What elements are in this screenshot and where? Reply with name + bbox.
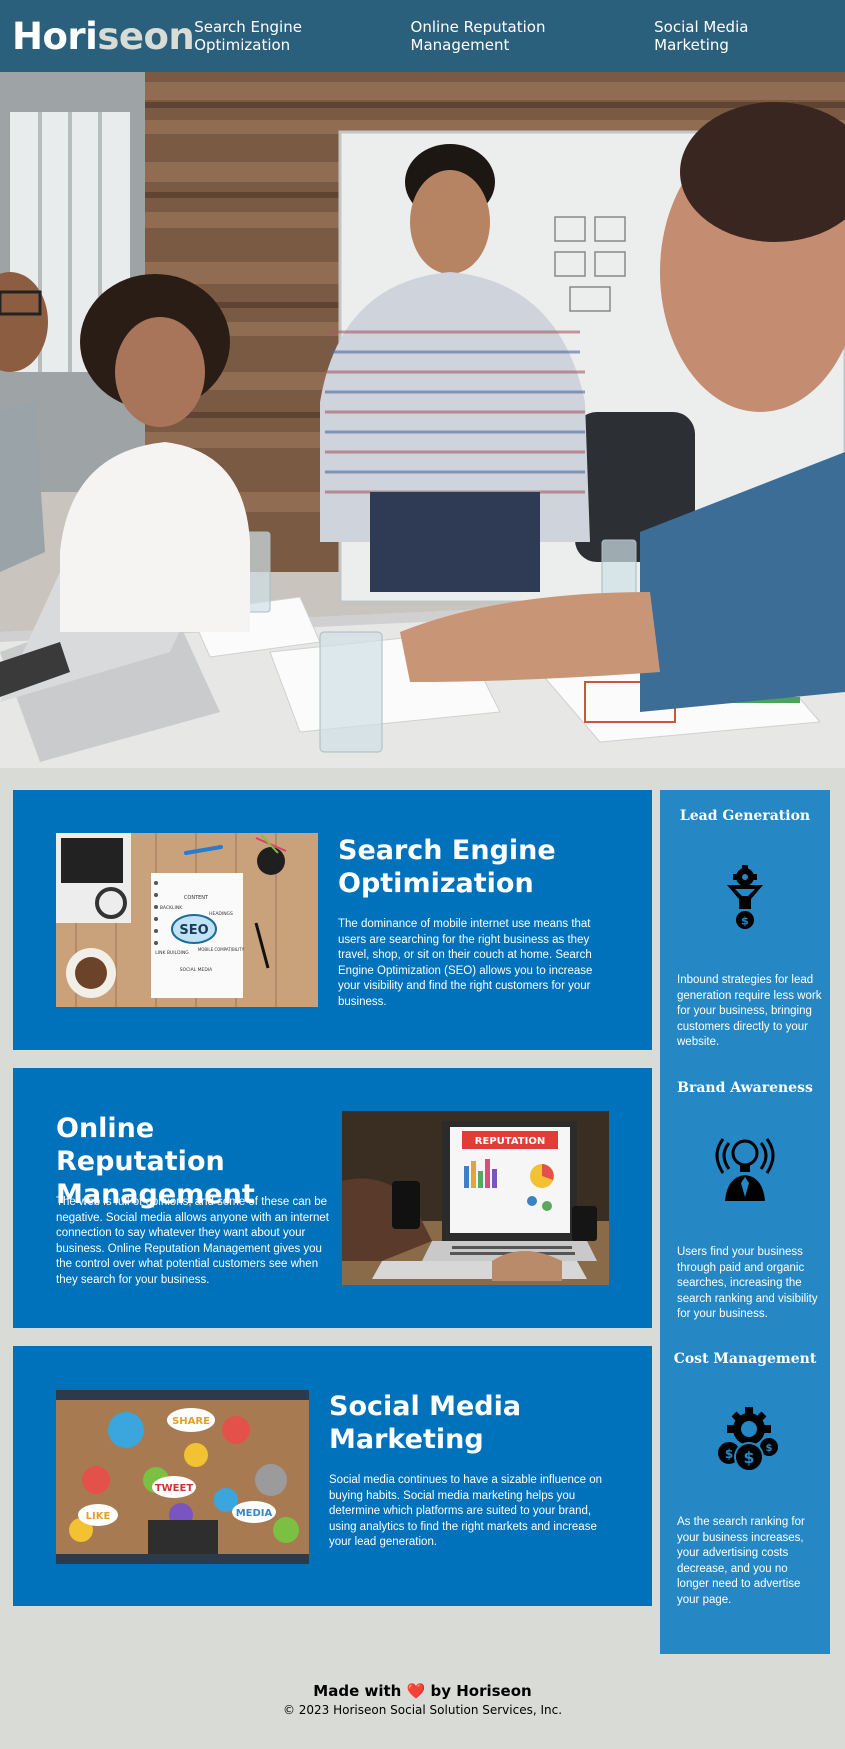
benefit-brand-text: Users find your business through paid an… — [677, 1246, 818, 1321]
social-media-image: SHARE TWEET LIKE MEDIA — [56, 1390, 309, 1564]
card-reputation-text: The web is full of opinions, and some of… — [56, 1196, 329, 1286]
card-seo-text: The dominance of mobile internet use mea… — [338, 918, 593, 1008]
footer-made-prefix: Made with — [313, 1682, 402, 1700]
footer-copyright: © 2023 Horiseon Social Solution Services… — [282, 1703, 563, 1717]
site-logo[interactable]: Horiseon — [12, 14, 195, 58]
card-reputation: Online Reputation Management The web is … — [13, 1068, 652, 1328]
footer-made-suffix: by Horiseon — [430, 1682, 532, 1700]
benefit-lead-title: Lead Generation — [679, 808, 811, 824]
benefits-sidebar: Lead Generation $ Inbound strategies for… — [660, 790, 830, 1654]
seo-image-label-social: SOCIAL MEDIA — [180, 967, 213, 973]
main-nav: Search Engine Optimization Online Reputa… — [194, 18, 812, 54]
logo-main: Hori — [12, 14, 98, 58]
nav-link-seo[interactable]: Search Engine Optimization — [194, 18, 383, 54]
benefit-cost-title: Cost Management — [673, 1351, 817, 1367]
svg-text:$: $ — [741, 915, 749, 928]
hero-image — [0, 72, 845, 768]
social-media-illustration: SHARE TWEET LIKE MEDIA — [56, 1390, 309, 1564]
nav-link-reputation[interactable]: Online Reputation Management — [411, 18, 628, 54]
seo-image-label-headings: HEADINGS — [209, 911, 233, 917]
logo-accent: seon — [97, 14, 195, 58]
card-social-media-title: Social Media Marketing — [329, 1391, 522, 1455]
seo-image-label-backlink: BACKLINK — [160, 905, 183, 911]
reputation-image: REPUTATION — [342, 1111, 609, 1285]
benefit-cost-text: As the search ranking for your business … — [677, 1516, 805, 1606]
svg-text:$: $ — [743, 1448, 754, 1467]
hero-illustration — [0, 72, 845, 768]
site-header: Horiseon Search Engine Optimization Onli… — [0, 0, 845, 72]
lightbulb-head-svg — [715, 1138, 775, 1201]
funnel-gear-dollar-svg: $ — [727, 865, 763, 929]
card-social-media-text: Social media continues to have a sizable… — [329, 1474, 602, 1549]
seo-image: SEO CONTENT HEADINGS BACKLINK LINK BUILD… — [56, 833, 318, 1007]
social-image-label-like: LIKE — [86, 1511, 111, 1522]
social-image-label-media: MEDIA — [236, 1508, 273, 1519]
gear-coins-icon: $ $ $ — [715, 1407, 780, 1473]
social-image-label-share: SHARE — [172, 1416, 210, 1427]
footer-made-with: Made with ❤️ by Horiseon — [0, 1682, 845, 1700]
seo-image-label-content: CONTENT — [184, 895, 209, 901]
social-image-label-tweet: TWEET — [155, 1483, 194, 1494]
card-seo: SEO CONTENT HEADINGS BACKLINK LINK BUILD… — [13, 790, 652, 1050]
reputation-illustration: REPUTATION — [342, 1111, 609, 1285]
svg-text:$: $ — [725, 1447, 733, 1461]
card-seo-title: Search Engine Optimization — [338, 835, 556, 899]
benefit-lead-text: Inbound strategies for lead generation r… — [677, 974, 822, 1049]
nav-link-social-media[interactable]: Social Media Marketing — [654, 18, 812, 54]
heart-icon: ❤️ — [406, 1682, 426, 1700]
lightbulb-head-icon — [715, 1135, 775, 1201]
seo-image-label-link-building: LINK BUILDING — [155, 950, 189, 956]
benefit-brand-title: Brand Awareness — [677, 1080, 813, 1096]
gear-coins-svg: $ $ $ — [716, 1407, 780, 1472]
seo-illustration: SEO CONTENT HEADINGS BACKLINK LINK BUILD… — [56, 833, 318, 1007]
svg-text:$: $ — [766, 1443, 773, 1454]
seo-image-label-mobile: MOBILE COMPATIBILITY — [198, 947, 245, 952]
funnel-gear-dollar-icon: $ — [715, 865, 775, 931]
card-social-media: SHARE TWEET LIKE MEDIA Social Media Mark… — [13, 1346, 652, 1606]
seo-image-label: SEO — [179, 923, 208, 938]
reputation-image-label: REPUTATION — [475, 1136, 545, 1147]
